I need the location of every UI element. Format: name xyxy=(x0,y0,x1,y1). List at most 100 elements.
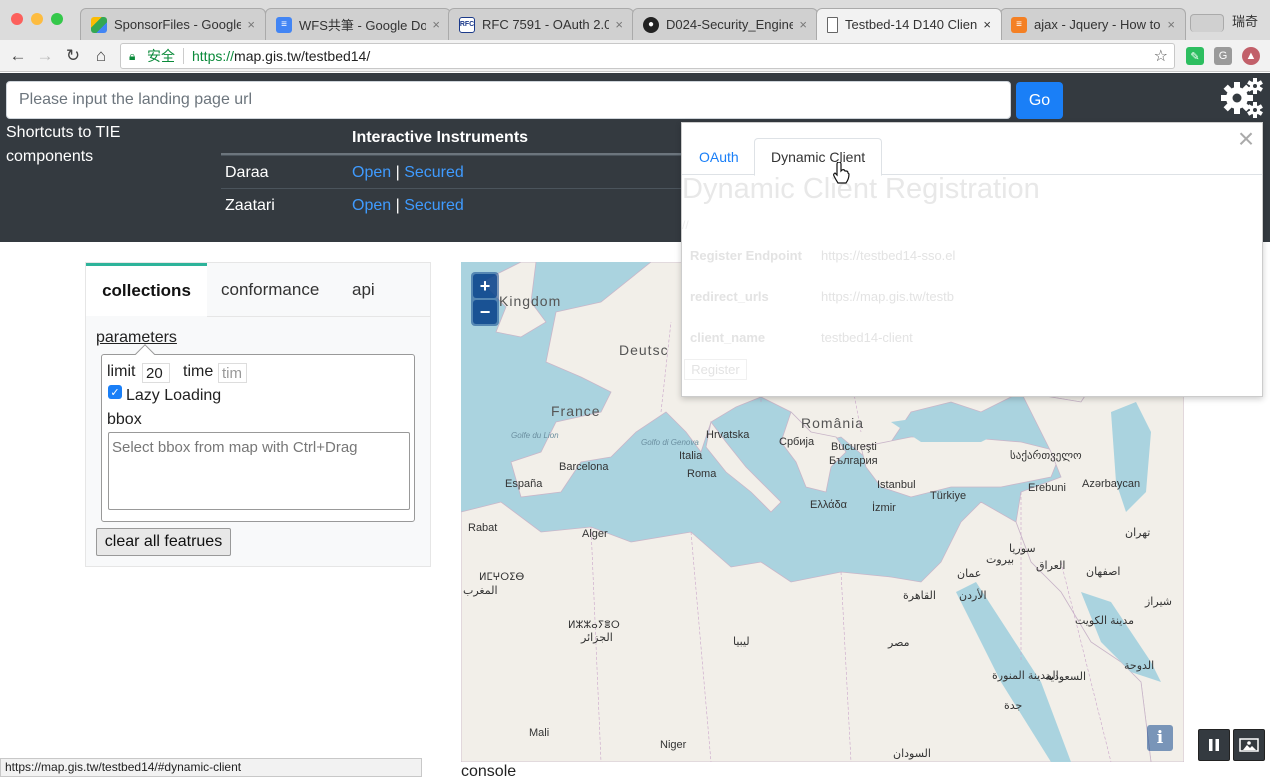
browser-tab-active[interactable]: Testbed-14 D140 Clien × xyxy=(816,8,1002,40)
profile-name[interactable]: 瑞奇 xyxy=(1232,11,1258,30)
home-icon[interactable]: ⌂ xyxy=(89,44,113,68)
map-label: Azərbaycan xyxy=(1082,478,1141,490)
pause-icon[interactable] xyxy=(1198,729,1230,761)
back-arrow-icon[interactable]: ← xyxy=(6,44,30,68)
reload-icon[interactable]: ↻ xyxy=(61,44,85,68)
popover-arrow xyxy=(135,344,155,364)
url-scheme: https:// xyxy=(192,48,235,64)
close-tab-icon[interactable]: × xyxy=(247,17,255,32)
forward-arrow-icon[interactable]: → xyxy=(33,44,57,68)
bookmark-star-icon[interactable]: ☆ xyxy=(1154,46,1168,66)
url-host: map.gis.tw xyxy=(234,48,301,64)
browser-tab[interactable]: ≡ ajax - Jquery - How to × xyxy=(1000,8,1186,40)
map-label: ⵍⵎⵖⵔⵉⴱ xyxy=(479,572,525,583)
picture-in-picture-icon[interactable] xyxy=(1233,729,1265,761)
map-label: España xyxy=(505,478,543,490)
zoom-out-button[interactable]: − xyxy=(473,300,497,324)
table-row: Zaatari Open | Secured xyxy=(221,188,691,221)
grammarly-icon[interactable]: G xyxy=(1214,47,1232,65)
hand-cursor-icon xyxy=(833,162,850,184)
tab-conformance[interactable]: conformance xyxy=(221,263,319,316)
auth-settings-popup: × OAuth Dynamic Client Dynamic Client Re… xyxy=(681,122,1263,397)
register-endpoint-label: Register Endpoint xyxy=(690,248,802,263)
open-link[interactable]: Open xyxy=(352,164,391,181)
browser-tab[interactable]: ≡ WFS共筆 - Google Doc × xyxy=(265,8,451,40)
close-tab-icon[interactable]: × xyxy=(983,17,991,32)
close-tab-icon[interactable]: × xyxy=(1167,17,1175,32)
go-button[interactable]: Go xyxy=(1016,82,1063,119)
secured-link[interactable]: Secured xyxy=(404,197,464,214)
tab-collections[interactable]: collections xyxy=(86,263,207,316)
map-label: ⵍⵣⵣⴰⵢⴻⵔ xyxy=(568,620,620,631)
redirect-urls-input[interactable]: https://map.gis.tw/testb xyxy=(821,289,968,304)
map-label: Italia xyxy=(679,450,703,462)
secure-label: 安全 xyxy=(147,48,175,64)
parameters-toggle[interactable]: parameters xyxy=(96,329,177,347)
page-icon xyxy=(827,16,838,33)
link-separator: | xyxy=(395,164,400,181)
divider xyxy=(207,316,431,317)
bbox-textarea[interactable]: Select bbox from map with Ctrl+Drag xyxy=(108,432,410,510)
map-label: شیراز xyxy=(1145,596,1172,608)
map-info-button[interactable]: i xyxy=(1147,725,1173,751)
register-endpoint-input[interactable]: https://testbed14-sso.el xyxy=(821,248,968,263)
parameters-fieldset: limit 20 time tim ✓ Lazy Loading bbox Se… xyxy=(101,344,415,522)
url-path: /testbed14/ xyxy=(300,48,371,64)
map-label: القاهرة xyxy=(903,590,936,602)
map-label: România xyxy=(801,415,865,431)
lazy-loading-checkbox[interactable]: ✓ xyxy=(108,385,122,399)
address-bar[interactable]: 🔒︎ 安全 https://map.gis.tw/testbed14/ ☆ xyxy=(120,43,1175,69)
divider xyxy=(183,48,184,64)
map-label: İzmir xyxy=(872,502,896,514)
map-label: Deutsc xyxy=(619,342,669,358)
map-label: المدينة المنورة xyxy=(992,670,1059,682)
map-label: مصر xyxy=(888,637,910,649)
clear-features-button[interactable]: clear all featrues xyxy=(96,528,231,556)
browser-tab[interactable]: SponsorFiles - Google × xyxy=(80,8,266,40)
secured-link[interactable]: Secured xyxy=(404,164,464,181)
register-button[interactable]: Register xyxy=(684,359,747,380)
instruments-header-row: Interactive Instruments xyxy=(221,121,691,155)
new-tab-button[interactable] xyxy=(1190,14,1224,32)
extension-icon[interactable]: ▲ xyxy=(1242,47,1260,65)
browser-status-url: https://map.gis.tw/testbed14/#dynamic-cl… xyxy=(0,758,422,777)
close-tab-icon[interactable]: × xyxy=(615,17,623,32)
dynamic-client-subtitle: // xyxy=(682,218,689,232)
tab-oauth[interactable]: OAuth xyxy=(683,138,755,175)
google-drive-icon xyxy=(91,16,107,33)
map-label: Istanbul xyxy=(877,479,916,491)
close-tab-icon[interactable]: × xyxy=(799,17,807,32)
stackoverflow-icon: ≡ xyxy=(1011,16,1027,33)
tab-api[interactable]: api xyxy=(352,263,375,316)
map-label: Golfe du Lion xyxy=(511,431,559,440)
browser-tab[interactable]: RFC RFC 7591 - OAuth 2.0 D× xyxy=(448,8,634,40)
close-window-icon[interactable] xyxy=(11,13,23,25)
open-link[interactable]: Open xyxy=(352,197,391,214)
github-icon: ● xyxy=(643,16,659,33)
settings-gears-icon[interactable] xyxy=(1219,76,1265,120)
browser-tab[interactable]: ● D024-Security_Enginee × xyxy=(632,8,818,40)
client-name-label: client_name xyxy=(690,330,766,345)
time-input[interactable]: tim xyxy=(218,363,247,383)
instruments-table: Interactive Instruments Daraa Open | Sec… xyxy=(221,121,691,221)
evernote-icon[interactable]: ✎ xyxy=(1186,47,1204,65)
zoom-in-button[interactable]: + xyxy=(473,274,497,298)
minimize-window-icon[interactable] xyxy=(31,13,43,25)
instruments-header: Interactive Instruments xyxy=(352,129,529,146)
popup-tabs: OAuth Dynamic Client xyxy=(682,138,1262,176)
map-label: جدة xyxy=(1004,700,1023,712)
limit-label: limit xyxy=(107,363,136,380)
map-label: Hrvatska xyxy=(706,429,750,441)
map-label: Roma xyxy=(687,468,717,480)
close-tab-icon[interactable]: × xyxy=(432,17,440,32)
limit-input[interactable]: 20 xyxy=(142,363,170,383)
maximize-window-icon[interactable] xyxy=(51,13,63,25)
redirect-urls-label: redirect_urls xyxy=(690,289,769,304)
map-label: المغرب xyxy=(463,585,498,597)
client-name-input[interactable]: testbed14-client xyxy=(821,330,968,345)
web-page: Please input the landing page url Go Sho… xyxy=(0,73,1270,777)
landing-url-input[interactable]: Please input the landing page url xyxy=(6,81,1011,119)
map-label: Ελλάδα xyxy=(810,499,848,511)
tab-dynamic-client[interactable]: Dynamic Client xyxy=(754,138,883,176)
site-name: Zaatari xyxy=(225,197,275,214)
